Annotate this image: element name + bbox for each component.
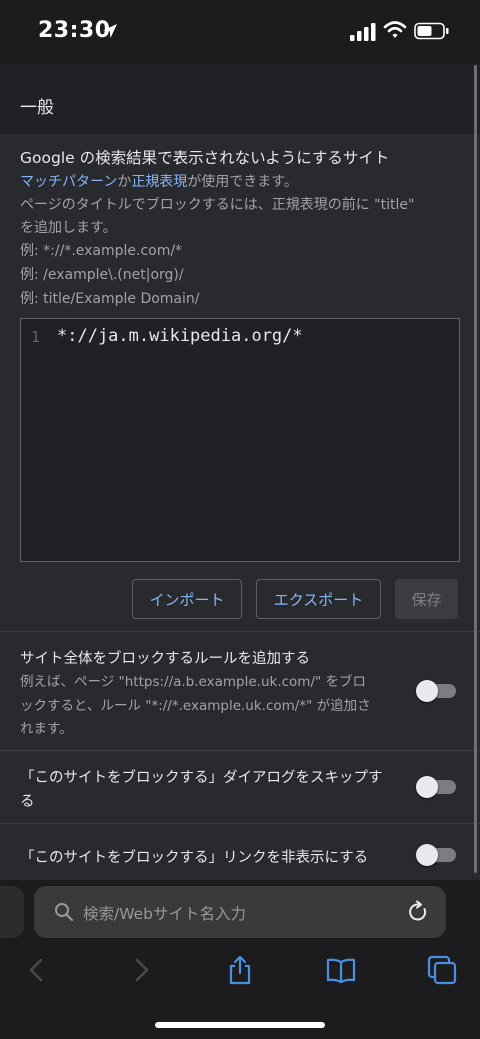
block-whole-site-desc-2: ックすると、ルール "*://*.example.uk.com/*" が追加さ <box>20 698 371 714</box>
syntax-joiner: か <box>117 174 132 190</box>
block-whole-site-toggle[interactable] <box>416 680 456 702</box>
divider <box>0 631 480 632</box>
toggle-knob <box>416 680 438 702</box>
divider <box>0 823 480 824</box>
toggle-knob <box>416 776 438 798</box>
example-1: 例: *://*.example.com/* <box>20 243 183 259</box>
blocklist-editor[interactable]: 1 *://ja.m.wikipedia.org/* <box>20 318 460 562</box>
tabs-icon[interactable] <box>426 954 458 986</box>
share-icon[interactable] <box>224 954 256 986</box>
title-note-line-1: ページのタイトルでブロックするには、正規表現の前に "title" <box>20 197 415 213</box>
address-placeholder[interactable]: 検索/Webサイト名入力 <box>83 902 246 924</box>
hide-link-title: 「このサイトをブロックする」リンクを非表示にする <box>20 850 369 866</box>
divider <box>0 750 480 751</box>
import-button[interactable]: インポート <box>132 579 242 619</box>
location-arrow-icon <box>103 24 117 38</box>
block-whole-site-title: サイト全体をブロックするルールを追加する <box>20 651 310 667</box>
title-note-line-2: を追加します。 <box>20 220 117 236</box>
battery-icon <box>414 22 449 40</box>
previous-tab-stub[interactable] <box>0 886 24 938</box>
skip-dialog-title-2: る <box>20 794 35 810</box>
match-pattern-link[interactable]: マッチパターン <box>20 174 117 190</box>
bookmarks-icon[interactable] <box>325 954 357 986</box>
scrollbar[interactable] <box>474 65 477 873</box>
back-icon[interactable] <box>22 954 54 986</box>
page-header <box>0 64 480 134</box>
editor-line[interactable]: *://ja.m.wikipedia.org/* <box>57 326 303 346</box>
line-number: 1 <box>31 328 41 346</box>
blocklist-syntax-note: マッチパターンか正規表現が使用できます。 <box>20 171 298 191</box>
block-whole-site-desc-3: れます。 <box>20 721 73 737</box>
save-button[interactable]: 保存 <box>395 579 458 619</box>
forward-icon[interactable] <box>124 954 156 986</box>
syntax-suffix: が使用できます。 <box>187 174 298 190</box>
example-2: 例: /example\.(net|org)/ <box>20 267 184 283</box>
regex-link[interactable]: 正規表現 <box>131 174 187 190</box>
block-whole-site-desc-1: 例えば、ページ "https://a.b.example.uk.com/" をブ… <box>20 674 366 690</box>
skip-dialog-title-1: 「このサイトをブロックする」ダイアログをスキップす <box>20 770 383 786</box>
example-3: 例: title/Example Domain/ <box>20 291 200 307</box>
signal-icon <box>350 23 376 41</box>
export-button[interactable]: エクスポート <box>256 579 381 619</box>
hide-link-toggle[interactable] <box>416 844 456 866</box>
wifi-icon <box>383 21 407 38</box>
blocklist-heading: Google の検索結果で表示されないようにするサイト <box>20 149 390 167</box>
section-title: 一般 <box>20 98 54 118</box>
skip-dialog-toggle[interactable] <box>416 776 456 798</box>
search-icon <box>55 903 74 922</box>
status-time: 23:30 <box>38 18 111 43</box>
toggle-knob <box>416 844 438 866</box>
reload-icon[interactable] <box>406 900 430 924</box>
home-indicator <box>155 1022 325 1028</box>
